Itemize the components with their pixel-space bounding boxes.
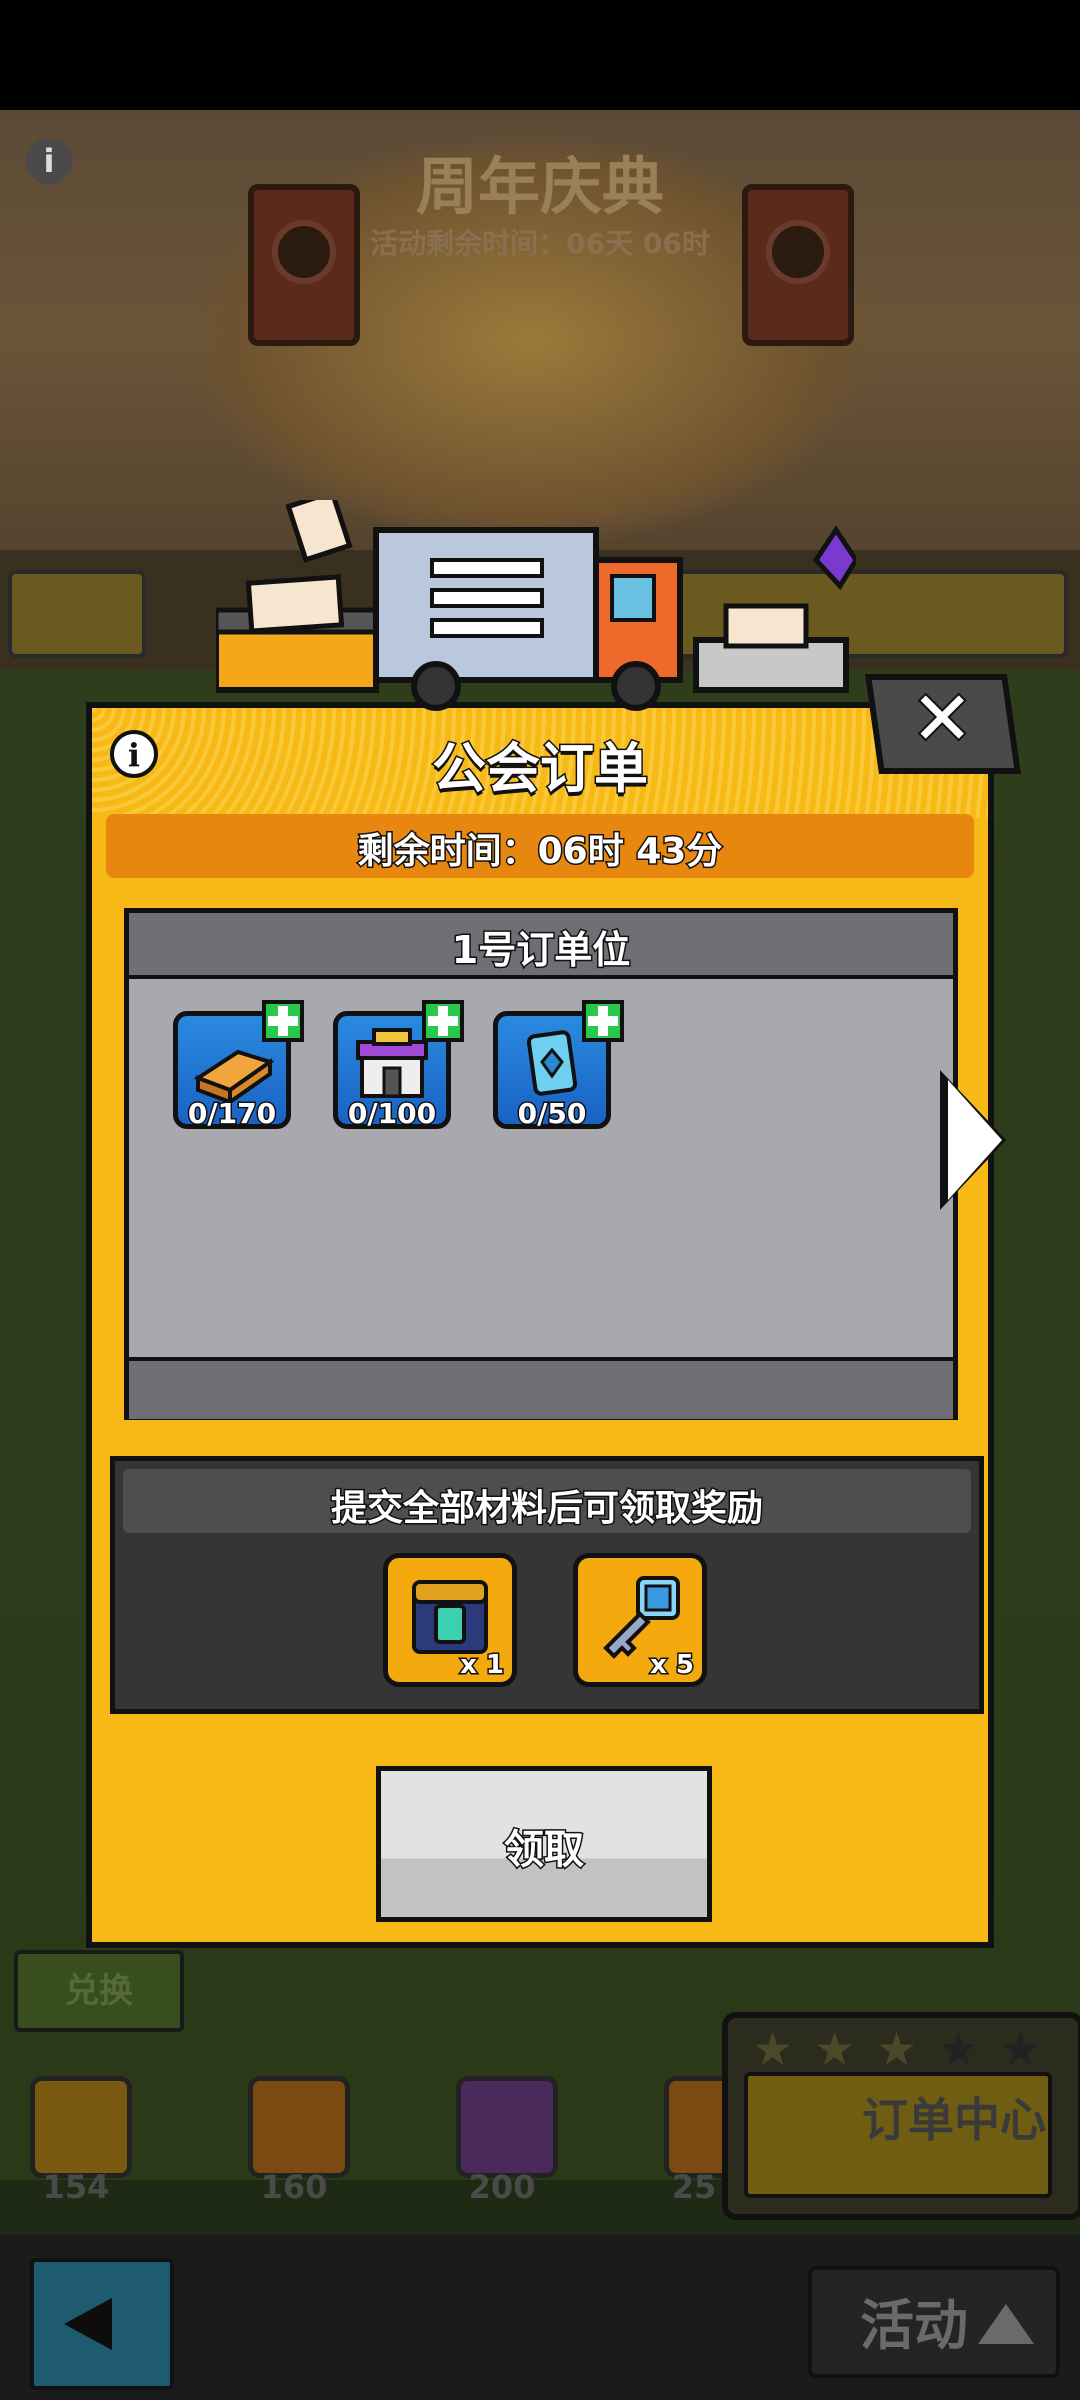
progress-value: 200: [468, 2168, 536, 2206]
order-slot-panel: 1号订单位 0/170 0/100 0/50: [124, 908, 958, 1420]
progress-gem-icon: [30, 2076, 132, 2178]
star-icon: ★: [814, 2022, 856, 2076]
add-plus-icon[interactable]: [582, 1000, 624, 1042]
progress-value: 154: [42, 2168, 110, 2206]
claim-button[interactable]: 领取: [376, 1766, 712, 1922]
next-arrow-icon[interactable]: [948, 1080, 1002, 1200]
back-arrow-button[interactable]: [30, 2258, 174, 2390]
star-icon: ★: [876, 2022, 918, 2076]
order-center-label: 订单中心: [862, 2093, 1046, 2147]
progress-reward-icon[interactable]: [248, 2076, 350, 2178]
material-slot-shop[interactable]: 0/100: [333, 1000, 464, 1132]
reward-panel: 提交全部材料后可领取奖励 x 1 x 5: [110, 1456, 984, 1714]
reward-quantity: x 5: [649, 1649, 696, 1682]
progress-value: 160: [260, 2168, 328, 2206]
material-count: 0/100: [346, 1096, 437, 1132]
progress-reward-icon[interactable]: [456, 2076, 558, 2178]
add-plus-icon[interactable]: [262, 1000, 304, 1042]
event-remaining-time: 活动剩余时间：06天 06时: [370, 227, 710, 260]
order-center-button[interactable]: ★ ★ ★ ★ ★ 订单中心: [722, 2012, 1080, 2220]
reward-key[interactable]: x 5: [573, 1553, 707, 1687]
reward-title: 提交全部材料后可领取奖励: [329, 1487, 764, 1531]
star-icon: ★: [1000, 2022, 1042, 2076]
material-slot-card[interactable]: 0/50: [493, 1000, 624, 1132]
progress-value: 25: [671, 2168, 717, 2206]
material-slot-wood[interactable]: 0/170: [173, 1000, 304, 1132]
order-slot-footer: [129, 1357, 953, 1419]
order-slot-header: 1号订单位: [129, 913, 953, 979]
remaining-time-bar: 剩余时间：06时 43分: [106, 814, 974, 878]
claim-label: 领取: [503, 1826, 586, 1875]
exchange-button[interactable]: 兑换: [14, 1950, 184, 2032]
close-icon: ✕: [909, 674, 975, 764]
order-slot-title: 1号订单位: [450, 927, 631, 974]
reward-chest[interactable]: x 1: [383, 1553, 517, 1687]
material-count: 0/170: [186, 1096, 277, 1132]
event-title: 周年庆典: [415, 150, 664, 223]
activity-label: 活动: [860, 2294, 968, 2357]
modal-title: 公会订单: [431, 736, 650, 802]
activity-button[interactable]: 活动: [808, 2266, 1060, 2378]
chevron-up-icon: [978, 2304, 1034, 2344]
material-count: 0/50: [516, 1096, 588, 1132]
star-icon: ★: [752, 2022, 794, 2076]
close-button[interactable]: ✕: [864, 674, 1022, 774]
guild-order-modal: i 公会订单 剩余时间：06时 43分 1号订单位 0/170 0/100 0/…: [86, 702, 994, 1948]
reward-quantity: x 1: [459, 1649, 506, 1682]
remaining-time-text: 剩余时间：06时 43分: [356, 830, 724, 874]
truck-illustration: [216, 500, 856, 711]
reward-header: 提交全部材料后可领取奖励: [123, 1469, 971, 1533]
modal-header: i 公会订单: [92, 708, 988, 818]
star-icon: ★: [938, 2022, 980, 2076]
add-plus-icon[interactable]: [422, 1000, 464, 1042]
scene-button[interactable]: [8, 570, 146, 658]
